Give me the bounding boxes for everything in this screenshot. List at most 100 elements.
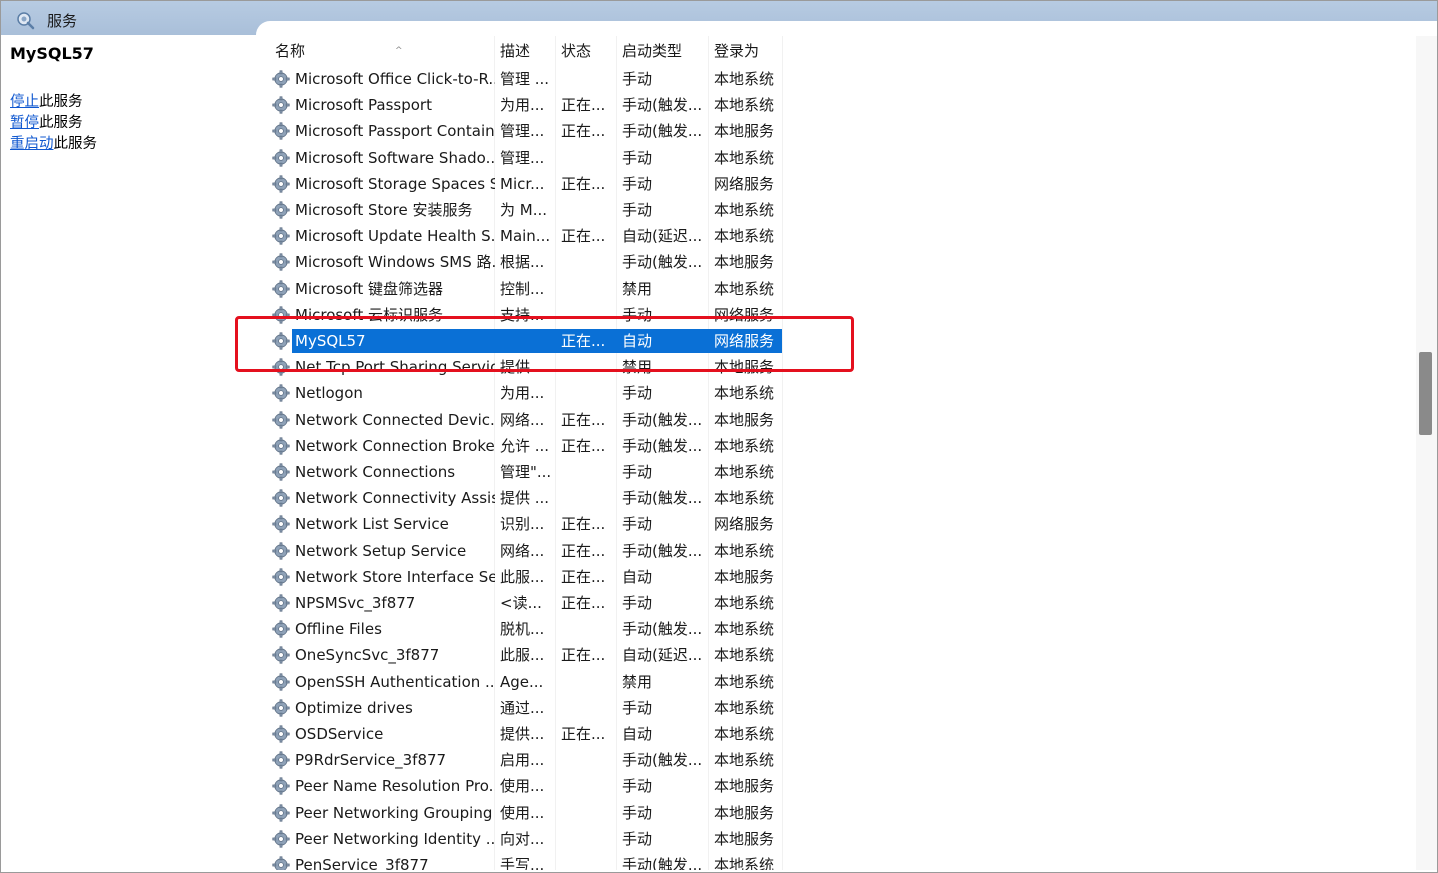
service-gear-icon bbox=[272, 279, 290, 298]
cell-logon-as: 本地服务 bbox=[714, 410, 775, 429]
selected-service-name: MySQL57 bbox=[10, 44, 94, 63]
service-gear-icon bbox=[272, 541, 290, 560]
table-row[interactable]: Peer Networking Identity ... 向对... 手动 本地服务 bbox=[270, 826, 782, 852]
table-row[interactable]: OSDService 提供... 正在... 自动 本地系统 bbox=[270, 721, 782, 747]
cell-description: 识别... bbox=[500, 515, 545, 534]
table-row[interactable]: Network Setup Service 网络... 正在... 手动(触发... 本… bbox=[270, 538, 782, 564]
column-header-logon[interactable]: 登录为 bbox=[714, 36, 759, 64]
cell-name: Netlogon bbox=[295, 384, 363, 403]
annotation-highlight-box bbox=[235, 316, 854, 372]
table-row[interactable]: Peer Networking Grouping 使用... 手动 本地服务 bbox=[270, 800, 782, 826]
service-gear-icon bbox=[272, 148, 290, 167]
cell-description: 通过... bbox=[500, 698, 545, 717]
cell-name: Optimize drives bbox=[295, 698, 413, 717]
service-gear-icon bbox=[272, 515, 290, 533]
cell-name: Microsoft Passport bbox=[295, 96, 432, 115]
cell-start-type: 手动(触发... bbox=[622, 96, 703, 115]
table-row[interactable]: Microsoft Store 安装服务 为 M... 手动 本地系统 bbox=[270, 197, 782, 223]
table-row[interactable]: P9RdrService_3f877 启用... 手动(触发... 本地系统 bbox=[270, 747, 782, 773]
column-header-start-type[interactable]: 启动类型 bbox=[622, 36, 682, 64]
cell-logon-as: 本地系统 bbox=[714, 279, 775, 298]
table-row[interactable]: Netlogon 为用... 手动 本地系统 bbox=[270, 380, 782, 406]
table-row[interactable]: Network Connected Devic... 网络... 正在... 手动(触… bbox=[270, 407, 782, 433]
cell-start-type: 手动 bbox=[622, 515, 653, 534]
service-gear-icon bbox=[272, 751, 290, 769]
table-row[interactable]: Network List Service 识别... 正在... 手动 网络服务 bbox=[270, 511, 782, 537]
action-suffix: 此服务 bbox=[53, 136, 98, 152]
cell-name: Network Setup Service bbox=[295, 541, 467, 560]
cell-logon-as: 本地系统 bbox=[714, 463, 775, 481]
cell-description: 使用... bbox=[500, 803, 545, 822]
magnifier-gear-icon bbox=[17, 12, 35, 30]
cell-logon-as: 本地系统 bbox=[714, 436, 775, 455]
cell-state: 正在... bbox=[561, 436, 606, 455]
stop-service-link[interactable]: 停止 bbox=[10, 94, 39, 110]
table-row[interactable]: Microsoft Passport Container 管理... 正在... 手动… bbox=[270, 118, 782, 144]
cell-logon-as: 本地系统 bbox=[714, 489, 775, 508]
service-gear-icon bbox=[272, 672, 290, 691]
table-row[interactable]: Microsoft Software Shado... 管理... 手动 本地系统 bbox=[270, 145, 782, 171]
cell-description: <读... bbox=[500, 594, 542, 612]
cell-name: Peer Networking Grouping bbox=[295, 803, 493, 822]
table-row[interactable]: PenService_3f877 手写... 手动(触发... 本地系统 bbox=[270, 852, 782, 870]
vertical-scrollbar[interactable] bbox=[1416, 36, 1437, 870]
cell-logon-as: 本地系统 bbox=[714, 751, 775, 770]
cell-state: 正在... bbox=[561, 227, 606, 246]
table-row[interactable]: OneSyncSvc_3f877 此服... 正在... 自动(延迟... 本地系统 bbox=[270, 642, 782, 668]
cell-start-type: 自动 bbox=[622, 725, 653, 743]
table-row[interactable]: OpenSSH Authentication ... Age... 禁用 本地系统 bbox=[270, 669, 782, 695]
cell-description: 为用... bbox=[500, 96, 545, 115]
cell-logon-as: 本地系统 bbox=[714, 96, 775, 115]
table-row[interactable]: Network Connection Broker 允许 ... 正在... 手动(触… bbox=[270, 433, 782, 459]
table-row[interactable]: NPSMSvc_3f877 <读... 正在... 手动 本地系统 bbox=[270, 590, 782, 616]
cell-description: 网络... bbox=[500, 541, 545, 560]
cell-description: 网络... bbox=[500, 410, 545, 429]
service-gear-icon bbox=[272, 594, 290, 612]
cell-name: Network Connected Devic... bbox=[295, 410, 495, 429]
cell-start-type: 手动 bbox=[622, 698, 653, 717]
cell-name: Peer Name Resolution Pro... bbox=[295, 777, 495, 796]
table-row[interactable]: Network Connectivity Assis... 提供 ... 手动(触发… bbox=[270, 485, 782, 511]
table-row[interactable]: Microsoft Update Health S... Main... 正在...… bbox=[270, 223, 782, 249]
service-gear-icon bbox=[272, 463, 290, 481]
pause-service-link[interactable]: 暂停 bbox=[10, 115, 39, 131]
cell-state: 正在... bbox=[561, 725, 606, 743]
table-row[interactable]: Optimize drives 通过... 手动 本地系统 bbox=[270, 695, 782, 721]
cell-start-type: 手动 bbox=[622, 463, 653, 481]
table-row[interactable]: Microsoft Storage Spaces S... Micr... 正在..… bbox=[270, 171, 782, 197]
table-row[interactable]: Microsoft Office Click-to-R... 管理 ... 手动 本地… bbox=[270, 66, 782, 92]
scrollbar-thumb[interactable] bbox=[1419, 352, 1432, 435]
content-tab-edge bbox=[256, 21, 1437, 37]
table-row[interactable]: Microsoft 键盘筛选器 控制... 禁用 本地系统 bbox=[270, 276, 782, 302]
service-gear-icon bbox=[272, 489, 290, 507]
cell-name: Microsoft 键盘筛选器 bbox=[295, 279, 444, 298]
table-row[interactable]: Microsoft Passport 为用... 正在... 手动(触发... 本地系统 bbox=[270, 92, 782, 118]
table-row[interactable]: Peer Name Resolution Pro... 使用... 手动 本地服务 bbox=[270, 773, 782, 799]
cell-state: 正在... bbox=[561, 410, 606, 429]
services-list: 名称 ^ 描述 状态 启动类型 登录为 Microsoft Office Cli… bbox=[256, 36, 1416, 870]
column-header-state[interactable]: 状态 bbox=[561, 36, 591, 64]
service-gear-icon bbox=[272, 699, 290, 717]
cell-name: Peer Networking Identity ... bbox=[295, 829, 495, 848]
service-gear-icon bbox=[272, 96, 290, 114]
table-row[interactable]: Microsoft Windows SMS 路... 根据... 手动(触发... 本… bbox=[270, 249, 782, 275]
table-row[interactable]: Offline Files 脱机... 手动(触发... 本地系统 bbox=[270, 616, 782, 642]
table-row[interactable]: Network Connections 管理"... 手动 本地系统 bbox=[270, 459, 782, 485]
cell-logon-as: 网络服务 bbox=[714, 174, 775, 193]
cell-description: 控制... bbox=[500, 279, 545, 298]
table-row[interactable]: Network Store Interface Se... 此服... 正在... 自… bbox=[270, 564, 782, 590]
cell-logon-as: 本地服务 bbox=[714, 829, 775, 848]
restart-service-link[interactable]: 重启动 bbox=[10, 136, 54, 152]
column-header-desc[interactable]: 描述 bbox=[500, 36, 530, 64]
service-gear-icon bbox=[272, 70, 290, 88]
cell-logon-as: 本地系统 bbox=[714, 201, 775, 219]
cell-name: OneSyncSvc_3f877 bbox=[295, 646, 440, 665]
cell-name: Microsoft Storage Spaces S... bbox=[295, 174, 495, 193]
cell-state: 正在... bbox=[561, 646, 606, 665]
cell-description: 手写... bbox=[500, 856, 545, 870]
cell-logon-as: 本地系统 bbox=[714, 698, 775, 717]
cell-description: 为用... bbox=[500, 384, 545, 403]
column-header-name[interactable]: 名称 ^ bbox=[275, 36, 403, 64]
cell-name: PenService_3f877 bbox=[295, 856, 429, 870]
cell-start-type: 手动(触发... bbox=[622, 122, 703, 141]
